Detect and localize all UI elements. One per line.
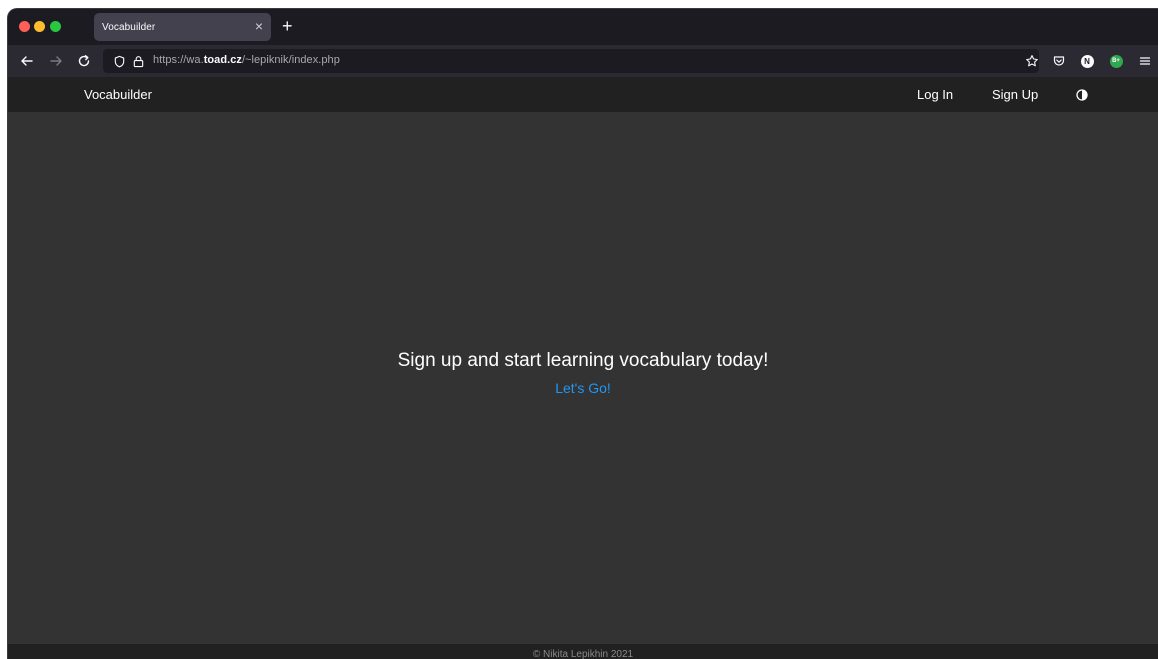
extension-b-label: B+ <box>1109 54 1123 68</box>
browser-window: Vocabuilder × + https://wa.toad.cz/~lepi… <box>7 8 1158 659</box>
close-window-button[interactable] <box>19 21 30 32</box>
minimize-window-button[interactable] <box>34 21 45 32</box>
hero-title: Sign up and start learning vocabulary to… <box>397 350 769 371</box>
nav-toolbar: https://wa.toad.cz/~lepiknik/index.php N… <box>8 45 1158 77</box>
footer: © Nikita Lepikhin 2021 <box>8 644 1158 659</box>
forward-arrow-icon[interactable] <box>46 51 66 71</box>
extension-n-icon[interactable]: N <box>1077 51 1097 71</box>
menu-icon[interactable] <box>1135 51 1155 71</box>
hero-section: Sign up and start learning vocabulary to… <box>8 350 1158 398</box>
lock-icon[interactable] <box>130 53 146 69</box>
page-content: Vocabuilder Log In Sign Up Sign up and s… <box>8 77 1158 659</box>
tab-title: Vocabuilder <box>102 21 156 33</box>
theme-toggle-icon[interactable] <box>1076 88 1088 101</box>
url-bar[interactable]: https://wa.toad.cz/~lepiknik/index.php <box>103 49 1039 73</box>
url-text: https://wa.toad.cz/~lepiknik/index.php <box>153 54 340 66</box>
new-tab-button[interactable]: + <box>282 16 293 36</box>
zoom-window-button[interactable] <box>50 21 61 32</box>
signup-link[interactable]: Sign Up <box>992 87 1038 102</box>
tab-close-icon[interactable]: × <box>255 18 263 34</box>
login-link[interactable]: Log In <box>917 87 953 102</box>
star-bookmark-icon[interactable] <box>1022 51 1042 71</box>
url-domain: toad.cz <box>203 54 242 66</box>
extension-n-label: N <box>1080 54 1094 68</box>
brand-link[interactable]: Vocabuilder <box>84 87 152 102</box>
url-path: /~lepiknik/index.php <box>241 54 340 66</box>
lets-go-link[interactable]: Let's Go! <box>555 380 611 396</box>
reload-icon[interactable] <box>74 51 94 71</box>
pocket-icon[interactable] <box>1049 51 1069 71</box>
url-prefix: https://wa. <box>153 54 204 66</box>
back-arrow-icon[interactable] <box>17 51 37 71</box>
site-navbar: Vocabuilder Log In Sign Up <box>8 77 1158 112</box>
footer-copyright: © Nikita Lepikhin 2021 <box>532 649 634 659</box>
shield-icon[interactable] <box>111 53 127 69</box>
tab-strip: Vocabuilder × + <box>8 9 1158 45</box>
extension-b-icon[interactable]: B+ <box>1106 51 1126 71</box>
tab-vocabuilder[interactable]: Vocabuilder × <box>94 13 271 41</box>
